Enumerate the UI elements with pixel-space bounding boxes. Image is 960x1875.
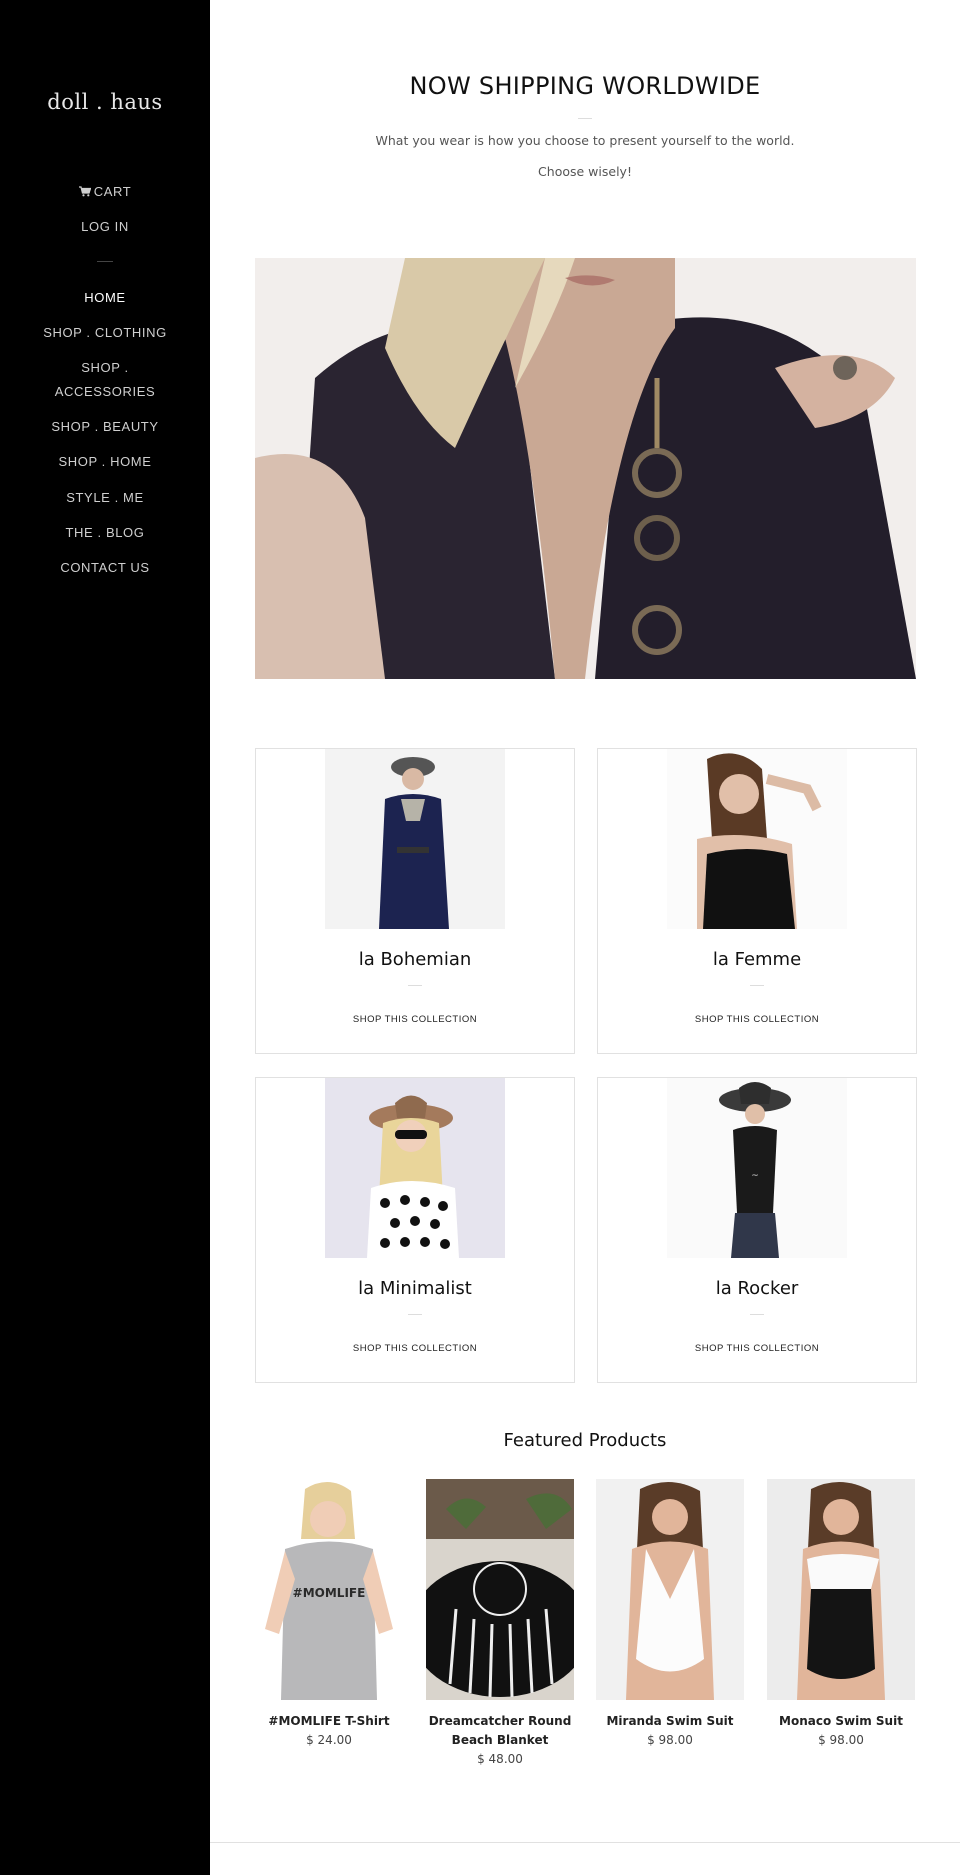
- product-image[interactable]: #MOMLIFE: [255, 1479, 403, 1700]
- collection-divider: [408, 1314, 422, 1315]
- collection-title: la Minimalist: [358, 1278, 472, 1299]
- product-name[interactable]: Monaco Swim Suit: [767, 1712, 915, 1731]
- product-name-line2: Beach Blanket: [451, 1733, 549, 1747]
- product-price: $ 98.00: [818, 1733, 864, 1747]
- nav-the-blog[interactable]: THE . BLOG: [0, 521, 210, 545]
- sidebar-divider: [97, 261, 113, 262]
- product-monaco-swim-suit[interactable]: Monaco Swim Suit $ 98.00: [767, 1479, 915, 1747]
- svg-text:~: ~: [751, 1171, 759, 1181]
- nav-shop-beauty[interactable]: SHOP . BEAUTY: [0, 415, 210, 439]
- collection-card-rocker[interactable]: ~ la Rocker SHOP THIS COLLECTION: [597, 1077, 917, 1383]
- momlife-tshirt-photo: #MOMLIFE: [255, 1479, 403, 1700]
- product-name-line1: Dreamcatcher Round: [428, 1714, 572, 1728]
- nav-shop-accessories-line1: SHOP .: [81, 360, 129, 375]
- footer-divider: [210, 1842, 960, 1843]
- shop-collection-link[interactable]: SHOP THIS COLLECTION: [256, 1014, 574, 1025]
- collection-image-minimalist: [325, 1078, 505, 1258]
- collection-divider: [408, 985, 422, 986]
- nav-home[interactable]: HOME: [0, 286, 210, 310]
- main-content: NOW SHIPPING WORLDWIDE What you wear is …: [210, 0, 960, 1875]
- bohemian-photo: [325, 749, 505, 929]
- headline-divider: [578, 118, 592, 119]
- collection-image-rocker: ~: [667, 1078, 847, 1258]
- product-miranda-swim-suit[interactable]: Miranda Swim Suit $ 98.00: [596, 1479, 744, 1747]
- nav-contact-us[interactable]: CONTACT US: [0, 556, 210, 580]
- tshirt-print-text: #MOMLIFE: [293, 1586, 366, 1600]
- product-image[interactable]: [426, 1479, 574, 1700]
- featured-products-title: Featured Products: [503, 1430, 667, 1451]
- collection-title: la Femme: [712, 949, 802, 970]
- hero-image[interactable]: [255, 258, 916, 679]
- nav-shop-home[interactable]: SHOP . HOME: [0, 450, 210, 474]
- rocker-photo: ~: [667, 1078, 847, 1258]
- product-price: $ 48.00: [477, 1752, 523, 1766]
- cart-link[interactable]: CART: [0, 180, 210, 204]
- nav-shop-accessories-line2: ACCESSORIES: [54, 384, 156, 399]
- collection-divider: [750, 1314, 764, 1315]
- nav-style-me[interactable]: STYLE . ME: [0, 486, 210, 510]
- dreamcatcher-blanket-photo: [426, 1479, 574, 1700]
- product-price: $ 98.00: [647, 1733, 693, 1747]
- collection-card-minimalist[interactable]: la Minimalist SHOP THIS COLLECTION: [255, 1077, 575, 1383]
- cart-icon: [78, 186, 91, 197]
- shop-collection-link[interactable]: SHOP THIS COLLECTION: [598, 1014, 916, 1025]
- product-dreamcatcher-blanket[interactable]: Dreamcatcher Round Beach Blanket $ 48.00: [426, 1479, 574, 1766]
- shop-collection-link[interactable]: SHOP THIS COLLECTION: [256, 1343, 574, 1354]
- shop-collection-link[interactable]: SHOP THIS COLLECTION: [598, 1343, 916, 1354]
- product-momlife-tshirt[interactable]: #MOMLIFE #MOMLIFE T-Shirt $ 24.00: [255, 1479, 403, 1747]
- product-name[interactable]: #MOMLIFE T-Shirt: [255, 1712, 403, 1731]
- collection-image-femme: [667, 749, 847, 929]
- collection-image-bohemian: [325, 749, 505, 929]
- collection-card-bohemian[interactable]: la Bohemian SHOP THIS COLLECTION: [255, 748, 575, 1054]
- collection-divider: [750, 985, 764, 986]
- nav-shop-accessories[interactable]: SHOP . ACCESSORIES: [0, 356, 210, 404]
- login-link[interactable]: LOG IN: [0, 215, 210, 239]
- tagline-text: What you wear is how you choose to prese…: [375, 133, 795, 148]
- collection-card-femme[interactable]: la Femme SHOP THIS COLLECTION: [597, 748, 917, 1054]
- monaco-swim-suit-photo: [767, 1479, 915, 1700]
- nav-shop-clothing[interactable]: SHOP . CLOTHING: [0, 321, 210, 345]
- product-price: $ 24.00: [306, 1733, 352, 1747]
- page-headline: NOW SHIPPING WORLDWIDE: [409, 72, 761, 100]
- sidebar: doll . haus CART LOG IN HOME SHOP . CLOT…: [0, 0, 210, 1875]
- product-image[interactable]: [596, 1479, 744, 1700]
- hero-photo: [255, 258, 916, 679]
- tagline-subtext: Choose wisely!: [538, 164, 632, 179]
- product-name[interactable]: Miranda Swim Suit: [596, 1712, 744, 1731]
- femme-photo: [667, 749, 847, 929]
- cart-label: CART: [93, 184, 132, 199]
- product-image[interactable]: [767, 1479, 915, 1700]
- site-logo[interactable]: doll . haus: [0, 90, 210, 114]
- minimalist-photo: [325, 1078, 505, 1258]
- miranda-swim-suit-photo: [596, 1479, 744, 1700]
- collection-title: la Rocker: [715, 1278, 799, 1299]
- product-name[interactable]: Dreamcatcher Round Beach Blanket: [426, 1712, 574, 1750]
- collection-title: la Bohemian: [358, 949, 472, 970]
